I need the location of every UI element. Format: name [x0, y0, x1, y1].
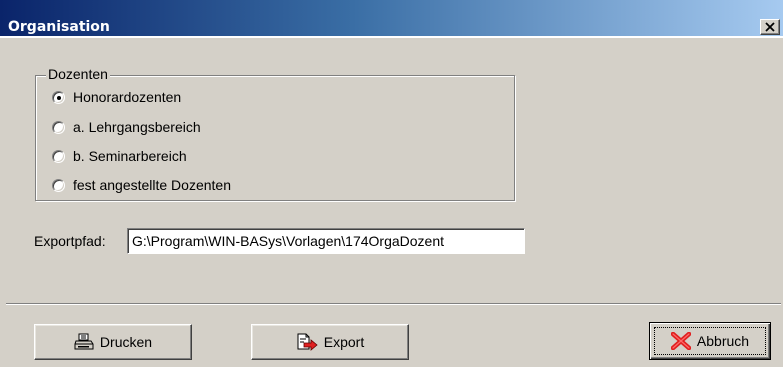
radio-button[interactable] — [52, 178, 65, 192]
print-button[interactable]: Drucken — [34, 324, 192, 360]
radio-button[interactable] — [52, 149, 65, 163]
cancel-button[interactable]: Abbruch — [649, 322, 771, 360]
radio-label: Honorardozenten — [73, 89, 182, 105]
export-path-label: Exportpfad: — [34, 233, 106, 249]
export-button-label: Export — [323, 334, 365, 350]
print-button-label: Drucken — [99, 334, 153, 350]
radio-button-checked[interactable] — [52, 90, 65, 104]
export-arrow-icon — [296, 333, 318, 351]
radio-button[interactable] — [52, 120, 65, 134]
radio-label: fest angestellte Dozenten — [73, 177, 231, 193]
printer-icon — [74, 333, 94, 351]
radio-label: b. Seminarbereich — [73, 148, 187, 164]
cancel-button-label: Abbruch — [696, 333, 750, 349]
red-x-icon — [670, 332, 691, 350]
radio-lehrgangsbereich[interactable]: a. Lehrgangsbereich — [52, 117, 201, 137]
dozenten-group-legend: Dozenten — [46, 66, 110, 82]
window-title: Organisation — [8, 19, 110, 35]
export-path-input[interactable]: G:\Program\WIN-BASys\Vorlagen\174OrgaDoz… — [127, 228, 525, 254]
title-bar[interactable]: Organisation — [0, 0, 783, 38]
organisation-dialog: Organisation Dozenten Honorardozenten a.… — [0, 0, 783, 367]
close-icon — [765, 22, 775, 32]
radio-honorardozenten[interactable]: Honorardozenten — [52, 87, 181, 107]
radio-fest-angestellte-dozenten[interactable]: fest angestellte Dozenten — [52, 175, 231, 195]
radio-label: a. Lehrgangsbereich — [73, 119, 201, 135]
radio-seminarbereich[interactable]: b. Seminarbereich — [52, 146, 187, 166]
button-area-divider — [6, 303, 781, 305]
close-button[interactable] — [760, 19, 780, 35]
export-button[interactable]: Export — [251, 324, 409, 360]
